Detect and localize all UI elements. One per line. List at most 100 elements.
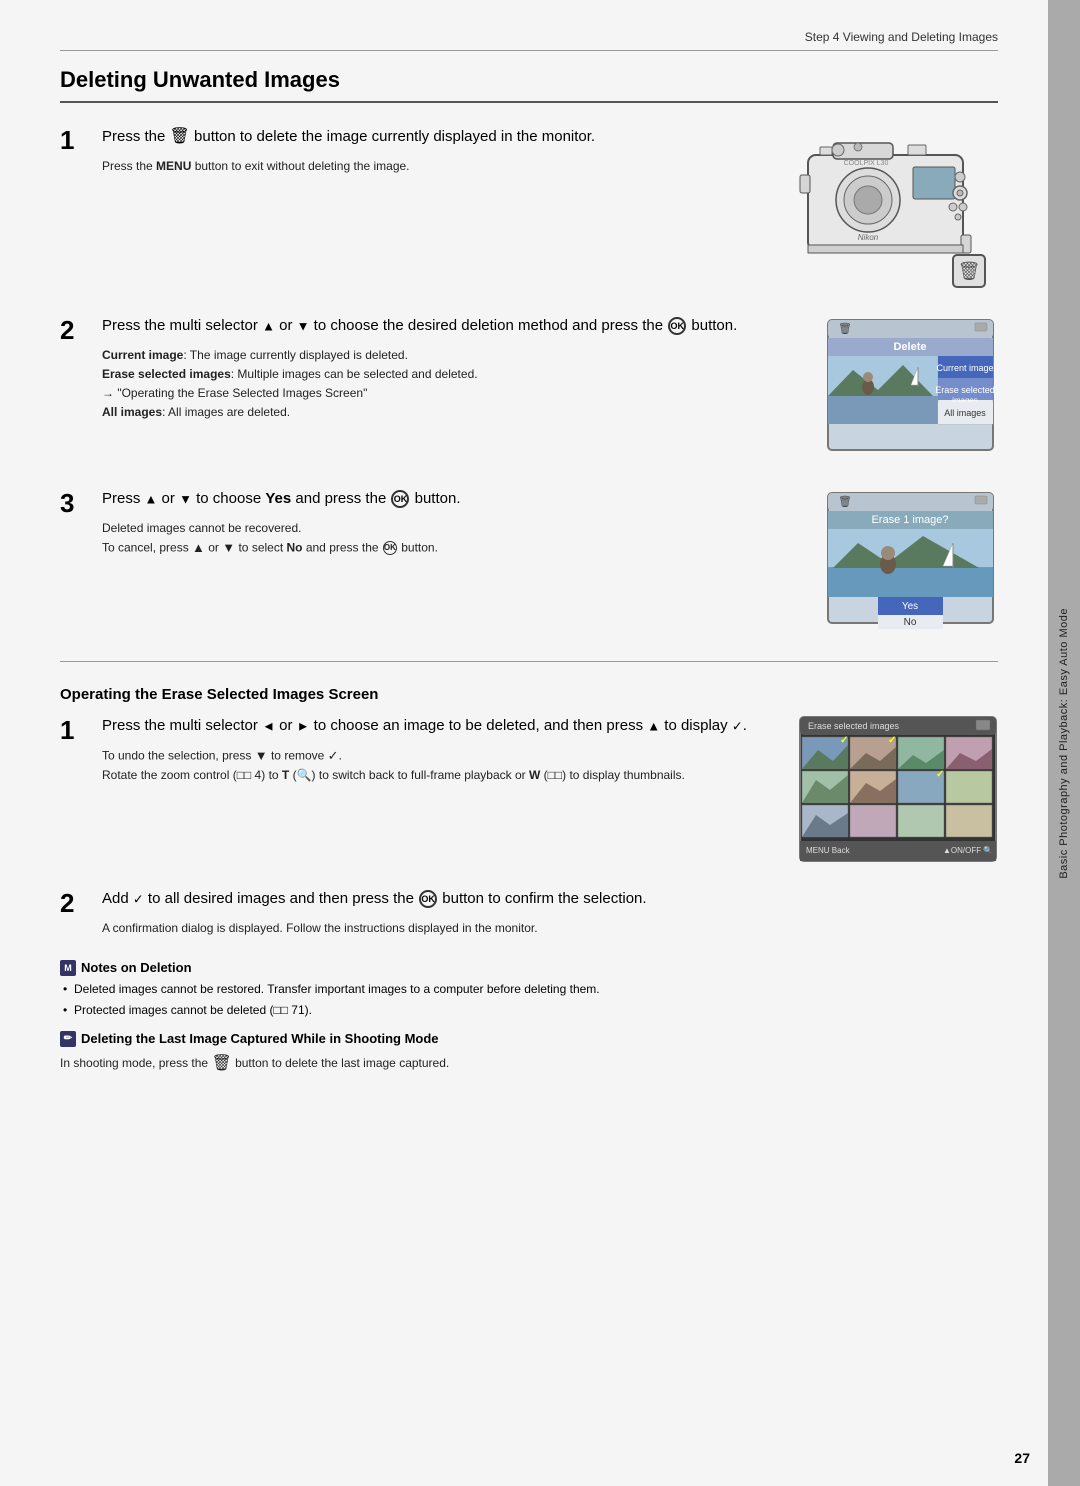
arrow-left-s1: ◄: [262, 718, 275, 733]
step-2-section: 2 Press the multi selector ▲ or ▼ to cho…: [60, 315, 998, 466]
svg-text:✓: ✓: [840, 735, 848, 746]
subsection-title: Operating the Erase Selected Images Scre…: [60, 678, 998, 703]
trash-icon-1: 🗑: [170, 125, 190, 149]
svg-text:✓: ✓: [888, 735, 896, 746]
sub-step-1-content: Press the multi selector ◄ or ► to choos…: [102, 715, 778, 785]
sub-step-2-number: 2: [60, 890, 92, 916]
page-title: Deleting Unwanted Images: [60, 67, 998, 103]
magnify-icon: 🔍: [297, 768, 312, 782]
sub-step-1-main-text: Press the multi selector ◄ or ► to choos…: [102, 715, 778, 738]
notes-box: M Notes on Deletion Deleted images canno…: [60, 960, 998, 1019]
section-divider: [60, 661, 998, 662]
notes-title: Notes on Deletion: [81, 960, 192, 975]
step-1-section: 1 Press the 🗑 button to delete the image…: [60, 125, 998, 293]
step-3-number: 3: [60, 490, 92, 516]
sub-step-1-section: 1 Press the multi selector ◄ or ► to cho…: [60, 715, 998, 866]
step-1-number: 1: [60, 127, 92, 153]
svg-text:Erase 1 image?: Erase 1 image?: [871, 514, 948, 526]
sub-step-2-sub-text: A confirmation dialog is displayed. Foll…: [102, 919, 998, 938]
erase-selected-label: Erase selected images: [102, 367, 231, 381]
step-2-main-text: Press the multi selector ▲ or ▼ to choos…: [102, 315, 803, 338]
thumbgrid-svg: Erase selected images ✓ ✓: [798, 715, 998, 863]
svg-text:Erase selected images: Erase selected images: [808, 721, 900, 731]
svg-text:MENU Back: MENU Back: [806, 846, 851, 855]
note-item-2: Protected images cannot be deleted (□□ 7…: [60, 1001, 998, 1019]
arrow-up-2: ▲: [262, 318, 275, 333]
sub-step-1-image: Erase selected images ✓ ✓: [798, 715, 998, 866]
step-3-image: 🗑 Erase 1 image?: [823, 488, 998, 639]
svg-text:Current image: Current image: [936, 363, 993, 373]
step-1-content: Press the 🗑 button to delete the image c…: [102, 125, 758, 176]
T-label: T: [282, 768, 289, 782]
warning-title: Deleting the Last Image Captured While i…: [81, 1031, 439, 1046]
svg-text:✓: ✓: [936, 769, 944, 780]
step-2-number: 2: [60, 317, 92, 343]
svg-text:🗑: 🗑: [838, 495, 852, 508]
warning-header: ✏ Deleting the Last Image Captured While…: [60, 1031, 998, 1047]
svg-text:No: No: [904, 617, 917, 628]
step-1-sub-text: Press the MENU button to exit without de…: [102, 157, 758, 176]
step-header-text: Step 4 Viewing and Deleting Images: [805, 30, 998, 44]
sub-step-2-main-text: Add ✓ to all desired images and then pre…: [102, 888, 998, 911]
arrow-reference: → "Operating the Erase Selected Images S…: [102, 384, 803, 403]
arrow-right-s1: ►: [297, 718, 310, 733]
no-label: No: [287, 540, 303, 554]
right-tab-text: Basic Photography and Playback: Easy Aut…: [1058, 608, 1070, 879]
sub-step-2-section: 2 Add ✓ to all desired images and then p…: [60, 888, 998, 938]
svg-text:Yes: Yes: [902, 601, 918, 612]
svg-text:COOLPIX L30: COOLPIX L30: [844, 160, 889, 167]
svg-text:All images: All images: [944, 408, 986, 418]
step-header: Step 4 Viewing and Deleting Images: [60, 30, 998, 51]
arrow-down-2: ▼: [297, 318, 310, 333]
sub-step-1-number: 1: [60, 717, 92, 743]
step-1-main-text: Press the 🗑 button to delete the image c…: [102, 125, 758, 149]
current-image-label: Current image: [102, 348, 183, 362]
note-item-1: Deleted images cannot be restored. Trans…: [60, 980, 998, 998]
arrow-down-s1: ▼: [255, 748, 268, 763]
step-3-sub-1: Deleted images cannot be recovered.: [102, 519, 803, 538]
check-mark-s1: ✓: [732, 718, 743, 733]
ok-button-s2: OK: [419, 890, 437, 908]
warn-icon: ✏: [60, 1031, 76, 1047]
svg-text:🗑: 🗑: [838, 322, 852, 335]
step-3-content: Press ▲ or ▼ to choose Yes and press the…: [102, 488, 803, 558]
svg-text:🗑: 🗑: [958, 261, 981, 281]
sub-step-1-sub-2: Rotate the zoom control (□□ 4) to T (🔍) …: [102, 766, 778, 785]
page-container: Step 4 Viewing and Deleting Images Delet…: [0, 0, 1080, 1486]
step-1-image: 🗑 Nikon COOLPIX L30: [778, 125, 998, 293]
yes-label: Yes: [265, 490, 291, 507]
arrow-down-3: ▼: [179, 491, 192, 506]
step-3-sub-2: To cancel, press ▲ or ▼ to select No and…: [102, 538, 803, 559]
ok-button-2: OK: [668, 317, 686, 335]
svg-text:Erase selected: Erase selected: [935, 385, 995, 395]
step-2-image: 🗑 Delete: [823, 315, 998, 466]
menu-label-1: MENU: [156, 159, 191, 173]
note-icon: M: [60, 960, 76, 976]
warning-text: In shooting mode, press the 🗑 button to …: [60, 1051, 998, 1077]
check-mark-s1b: ✓: [328, 748, 339, 763]
camera-svg: 🗑 Nikon COOLPIX L30: [778, 125, 998, 290]
arrow-up-3b: ▲: [192, 540, 205, 555]
svg-text:Delete: Delete: [893, 341, 926, 353]
step-3-section: 3 Press ▲ or ▼ to choose Yes and press t…: [60, 488, 998, 639]
sub-step-1-sub-1: To undo the selection, press ▼ to remove…: [102, 746, 778, 767]
step-2-content: Press the multi selector ▲ or ▼ to choos…: [102, 315, 803, 422]
notes-header: M Notes on Deletion: [60, 960, 998, 976]
main-content: Step 4 Viewing and Deleting Images Delet…: [0, 0, 1048, 1486]
svg-text:Nikon: Nikon: [858, 233, 879, 242]
step-3-sub-text: Deleted images cannot be recovered. To c…: [102, 519, 803, 559]
ok-button-3b: OK: [383, 541, 397, 555]
check-mark-s2: ✓: [133, 891, 144, 906]
arrow-up-3: ▲: [145, 491, 158, 506]
step-2-sub-text: Current image: The image currently displ…: [102, 346, 803, 423]
trash-icon-warn: 🗑: [211, 1051, 231, 1077]
arrow-up-s1: ▲: [647, 718, 660, 733]
page-number: 27: [1014, 1450, 1030, 1466]
right-sidebar-tab: Basic Photography and Playback: Easy Aut…: [1048, 0, 1080, 1486]
sub-step-1-sub-text: To undo the selection, press ▼ to remove…: [102, 746, 778, 786]
warning-box: ✏ Deleting the Last Image Captured While…: [60, 1031, 998, 1077]
svg-text:▲ON/OFF 🔍: ▲ON/OFF 🔍: [943, 845, 993, 855]
W-label: W: [529, 768, 540, 782]
step-3-main-text: Press ▲ or ▼ to choose Yes and press the…: [102, 488, 803, 511]
ok-button-3: OK: [391, 490, 409, 508]
